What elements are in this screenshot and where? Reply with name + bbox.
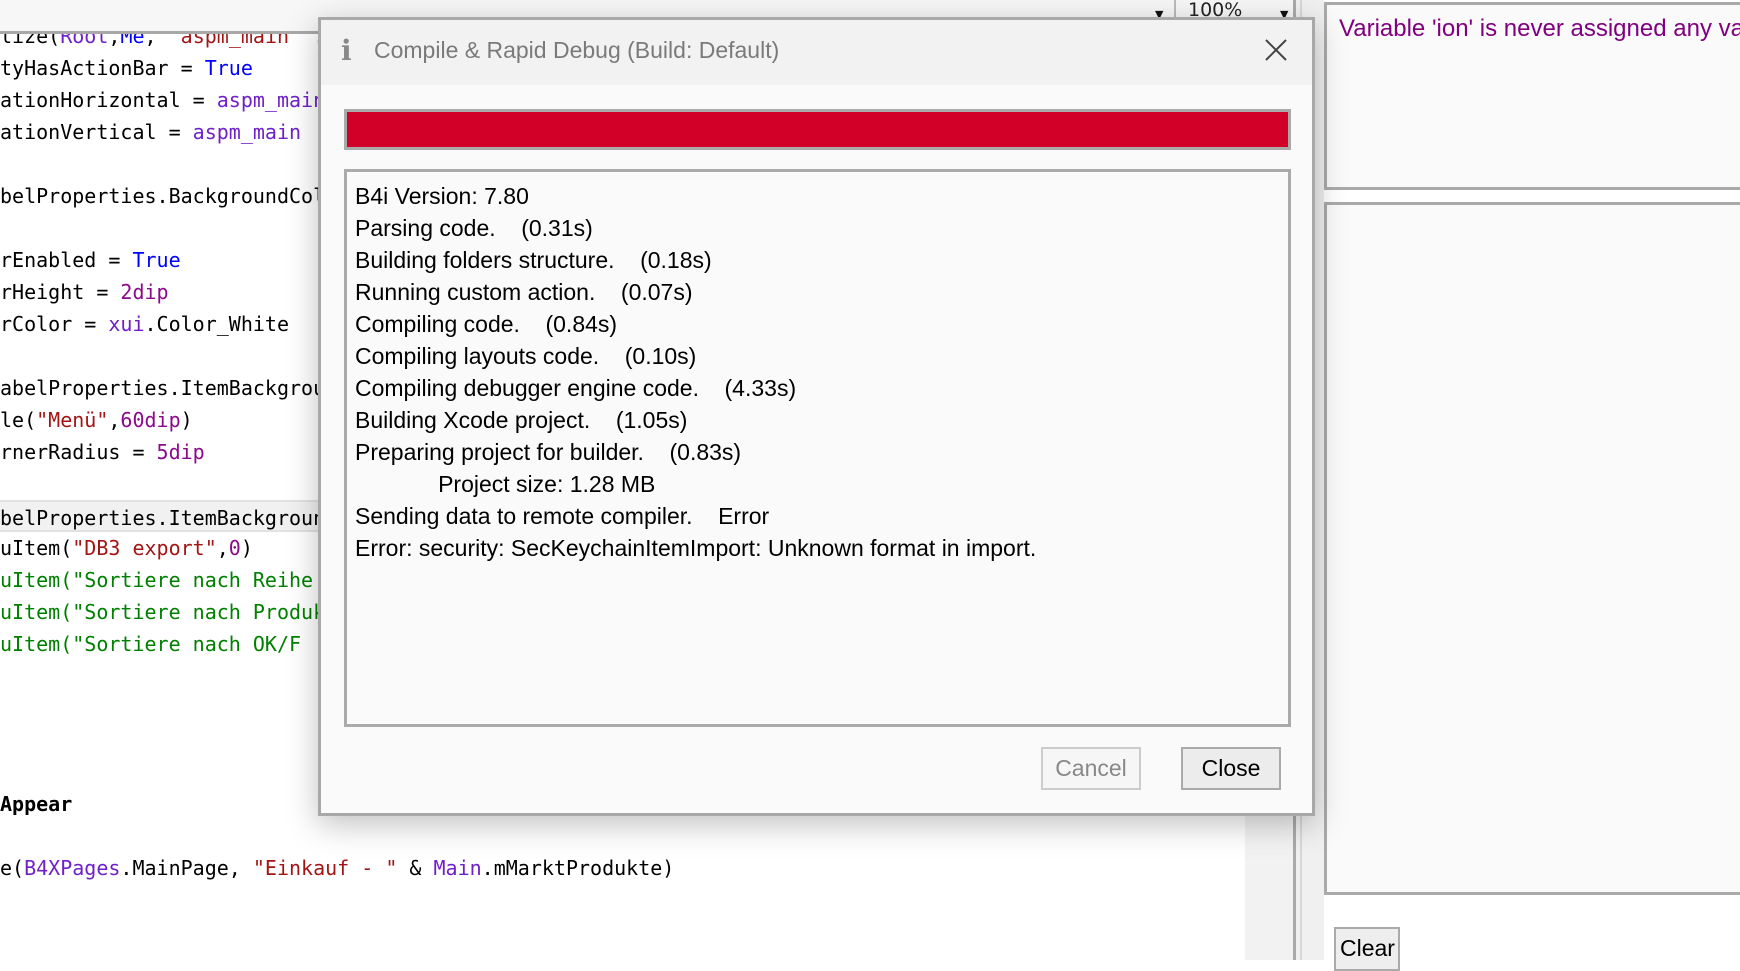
code-token: lize(	[0, 34, 61, 48]
log-line: Error: security: SecKeychainItemImport: …	[355, 535, 1037, 561]
code-token: e(	[0, 856, 25, 880]
close-icon[interactable]	[1258, 32, 1294, 68]
log-line: Parsing code. (0.31s)	[355, 215, 593, 241]
code-token: "DB3 export"	[72, 536, 217, 560]
log-line: Compiling layouts code. (0.10s)	[355, 343, 697, 369]
code-token: ationVertical =	[0, 120, 193, 144]
code-token: .mMarktProdukte)	[481, 856, 675, 880]
code-token: xui	[108, 312, 145, 336]
code-token: )	[240, 536, 253, 560]
code-token: ationHorizontal =	[0, 88, 217, 112]
code-token: Me	[120, 34, 145, 48]
log-line: Building Xcode project. (1.05s)	[355, 407, 688, 433]
log-line: Project size: 1.28 MB	[355, 471, 656, 497]
code-token: Appear	[0, 792, 73, 816]
code-token: .Color_White	[144, 312, 290, 336]
dialog-title-bar: i Compile & Rapid Debug (Build: Default)	[321, 20, 1312, 85]
code-token: rHeight =	[0, 280, 121, 304]
warning-message[interactable]: Variable 'ion' is never assigned any val…	[1339, 15, 1740, 42]
logs-panel	[1324, 202, 1740, 895]
code-token: 60dip	[120, 408, 181, 432]
code-token: True	[204, 56, 253, 80]
code-token: 2dip	[120, 280, 169, 304]
compile-dialog: i Compile & Rapid Debug (Build: Default)…	[318, 17, 1315, 816]
code-token: 0	[228, 536, 241, 560]
dialog-title: Compile & Rapid Debug (Build: Default)	[374, 37, 780, 63]
log-line: Compiling code. (0.84s)	[355, 311, 618, 337]
code-token: .MainPage,	[120, 856, 253, 880]
code-token: "Menü"	[36, 408, 109, 432]
close-button[interactable]: Close	[1181, 747, 1281, 790]
progress-bar	[344, 109, 1291, 150]
code-token: "Einkauf - "	[252, 856, 398, 880]
code-token: belProperties.ItemBackground	[0, 506, 338, 530]
code-line[interactable]: e(B4XPages.MainPage, "Einkauf - " & Main…	[0, 852, 1245, 884]
code-token: ,	[144, 34, 169, 48]
code-token: belProperties.BackgroundColor	[0, 184, 350, 208]
log-line: Compiling debugger engine code. (4.33s)	[355, 375, 797, 401]
code-token: Root	[60, 34, 109, 48]
log-line: Preparing project for builder. (0.83s)	[355, 439, 742, 465]
code-token: "aspm_main"	[168, 34, 302, 48]
code-token: uItem("Sortiere nach Reihe	[0, 568, 314, 592]
code-token: uItem("Sortiere nach Produkt	[0, 600, 338, 624]
code-token: uItem("Sortiere nach OK/F	[0, 632, 302, 656]
code-token: abelProperties.ItemBackground	[0, 376, 350, 400]
code-token: rnerRadius =	[0, 440, 157, 464]
code-token: rColor =	[0, 312, 109, 336]
code-token: rEnabled =	[0, 248, 133, 272]
code-token: uItem(	[0, 536, 73, 560]
cancel-button[interactable]: Cancel	[1041, 747, 1141, 790]
code-token: aspm_main	[192, 120, 302, 144]
log-line: Running custom action. (0.07s)	[355, 279, 693, 305]
code-token: &	[397, 856, 434, 880]
warnings-panel: Variable 'ion' is never assigned any val…	[1324, 2, 1740, 190]
code-token: )	[180, 408, 193, 432]
code-token: B4XPages	[24, 856, 121, 880]
code-token: 5dip	[156, 440, 205, 464]
log-line: Building folders structure. (0.18s)	[355, 247, 712, 273]
code-token: ,	[108, 408, 121, 432]
code-token: ,	[216, 536, 229, 560]
info-icon: i	[341, 34, 352, 67]
log-line: Sending data to remote compiler. Error	[355, 503, 770, 529]
code-token: True	[132, 248, 181, 272]
progress-fill	[347, 112, 1288, 147]
code-token: aspm_main	[216, 88, 326, 112]
code-token: tyHasActionBar =	[0, 56, 205, 80]
clear-logs-button[interactable]: Clear	[1334, 927, 1400, 971]
log-line: B4i Version: 7.80	[355, 183, 529, 209]
compile-log: B4i Version: 7.80 Parsing code. (0.31s) Bu…	[344, 169, 1291, 727]
code-token: Main	[433, 856, 482, 880]
code-token: le(	[0, 408, 37, 432]
code-token: ,	[108, 34, 121, 48]
